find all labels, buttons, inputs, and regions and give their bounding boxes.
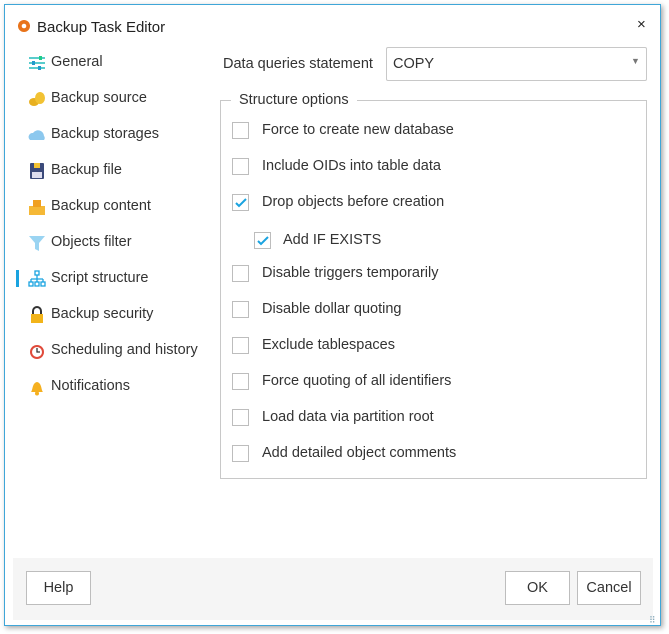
- checkbox-label: Add IF EXISTS: [283, 232, 382, 248]
- sidebar-item-backup-file[interactable]: Backup file: [5, 156, 215, 186]
- sidebar-item-label: Notifications: [51, 378, 130, 394]
- sidebar-item-objects-filter[interactable]: Objects filter: [5, 228, 215, 258]
- sidebar-item-label: Objects filter: [51, 234, 132, 250]
- checkbox-label: Exclude tablespaces: [262, 337, 395, 353]
- checkbox-label: Include OIDs into table data: [262, 158, 441, 174]
- help-button[interactable]: Help: [26, 571, 91, 605]
- checkbox-box[interactable]: [232, 409, 249, 426]
- sidebar-item-label: General: [51, 54, 103, 70]
- data-queries-value: COPY: [393, 56, 435, 72]
- hierarchy-icon: [28, 270, 46, 287]
- checkbox-label: Disable triggers temporarily: [262, 265, 439, 281]
- ok-button[interactable]: OK: [505, 571, 570, 605]
- alarm-clock-icon: [30, 345, 44, 359]
- sidebar-item-scheduling-and-history[interactable]: Scheduling and history: [5, 336, 215, 366]
- sidebar-item-label: Script structure: [51, 270, 149, 286]
- checkbox-label: Force to create new database: [262, 122, 454, 138]
- window-title: Backup Task Editor: [37, 19, 166, 36]
- boxes-icon: [29, 200, 45, 215]
- checkmark-icon: [257, 236, 269, 246]
- sidebar-item-general[interactable]: General: [5, 48, 215, 78]
- gear-icon: [18, 20, 30, 32]
- cloud-icon: [28, 130, 45, 140]
- sidebar-item-script-structure[interactable]: Script structure: [5, 264, 215, 294]
- sidebar-item-label: Scheduling and history: [51, 342, 198, 358]
- resize-grip[interactable]: ⠿: [649, 615, 656, 626]
- checkbox-label: Disable dollar quoting: [262, 301, 402, 317]
- checkbox-box[interactable]: [232, 445, 249, 462]
- sliders-icon: [29, 56, 45, 70]
- lock-icon: [31, 306, 43, 323]
- sidebar-item-backup-content[interactable]: Backup content: [5, 192, 215, 222]
- coins-icon: [29, 92, 45, 106]
- close-icon[interactable]: ×: [637, 16, 646, 33]
- sidebar-item-label: Backup file: [51, 162, 122, 178]
- sidebar-item-label: Backup source: [51, 90, 147, 106]
- checkbox-box[interactable]: [232, 265, 249, 282]
- checkbox-label: Drop objects before creation: [262, 194, 445, 210]
- checkbox-box[interactable]: [232, 373, 249, 390]
- floppy-icon: [30, 163, 44, 179]
- bell-icon: [31, 382, 43, 396]
- checkbox-box[interactable]: [232, 158, 249, 175]
- selection-indicator: [16, 270, 19, 287]
- sidebar-item-backup-security[interactable]: Backup security: [5, 300, 215, 330]
- chevron-down-icon: ▼: [631, 56, 640, 66]
- checkmark-icon: [235, 198, 247, 208]
- checkbox-box[interactable]: [232, 301, 249, 318]
- structure-options-title: Structure options: [231, 92, 357, 108]
- sidebar-item-notifications[interactable]: Notifications: [5, 372, 215, 402]
- checkbox-box[interactable]: [232, 194, 249, 211]
- sidebar-item-label: Backup content: [51, 198, 151, 214]
- cancel-button[interactable]: Cancel: [577, 571, 641, 605]
- data-queries-label: Data queries statement: [223, 56, 373, 72]
- sidebar-item-backup-source[interactable]: Backup source: [5, 84, 215, 114]
- sidebar-item-label: Backup storages: [51, 126, 160, 142]
- checkbox-label: Load data via partition root: [262, 409, 434, 425]
- backup-task-editor-dialog: Backup Task Editor × General Backup sourc…: [4, 4, 661, 626]
- checkbox-label: Force quoting of all identifiers: [262, 373, 452, 389]
- checkbox-box[interactable]: [254, 232, 271, 249]
- sidebar-item-backup-storages[interactable]: Backup storages: [5, 120, 215, 150]
- checkbox-label: Add detailed object comments: [262, 445, 457, 461]
- checkbox-box[interactable]: [232, 337, 249, 354]
- sidebar-item-label: Backup security: [51, 306, 154, 322]
- data-queries-select[interactable]: COPY ▼: [386, 47, 647, 81]
- checkbox-box[interactable]: [232, 122, 249, 139]
- filter-icon: [29, 236, 45, 251]
